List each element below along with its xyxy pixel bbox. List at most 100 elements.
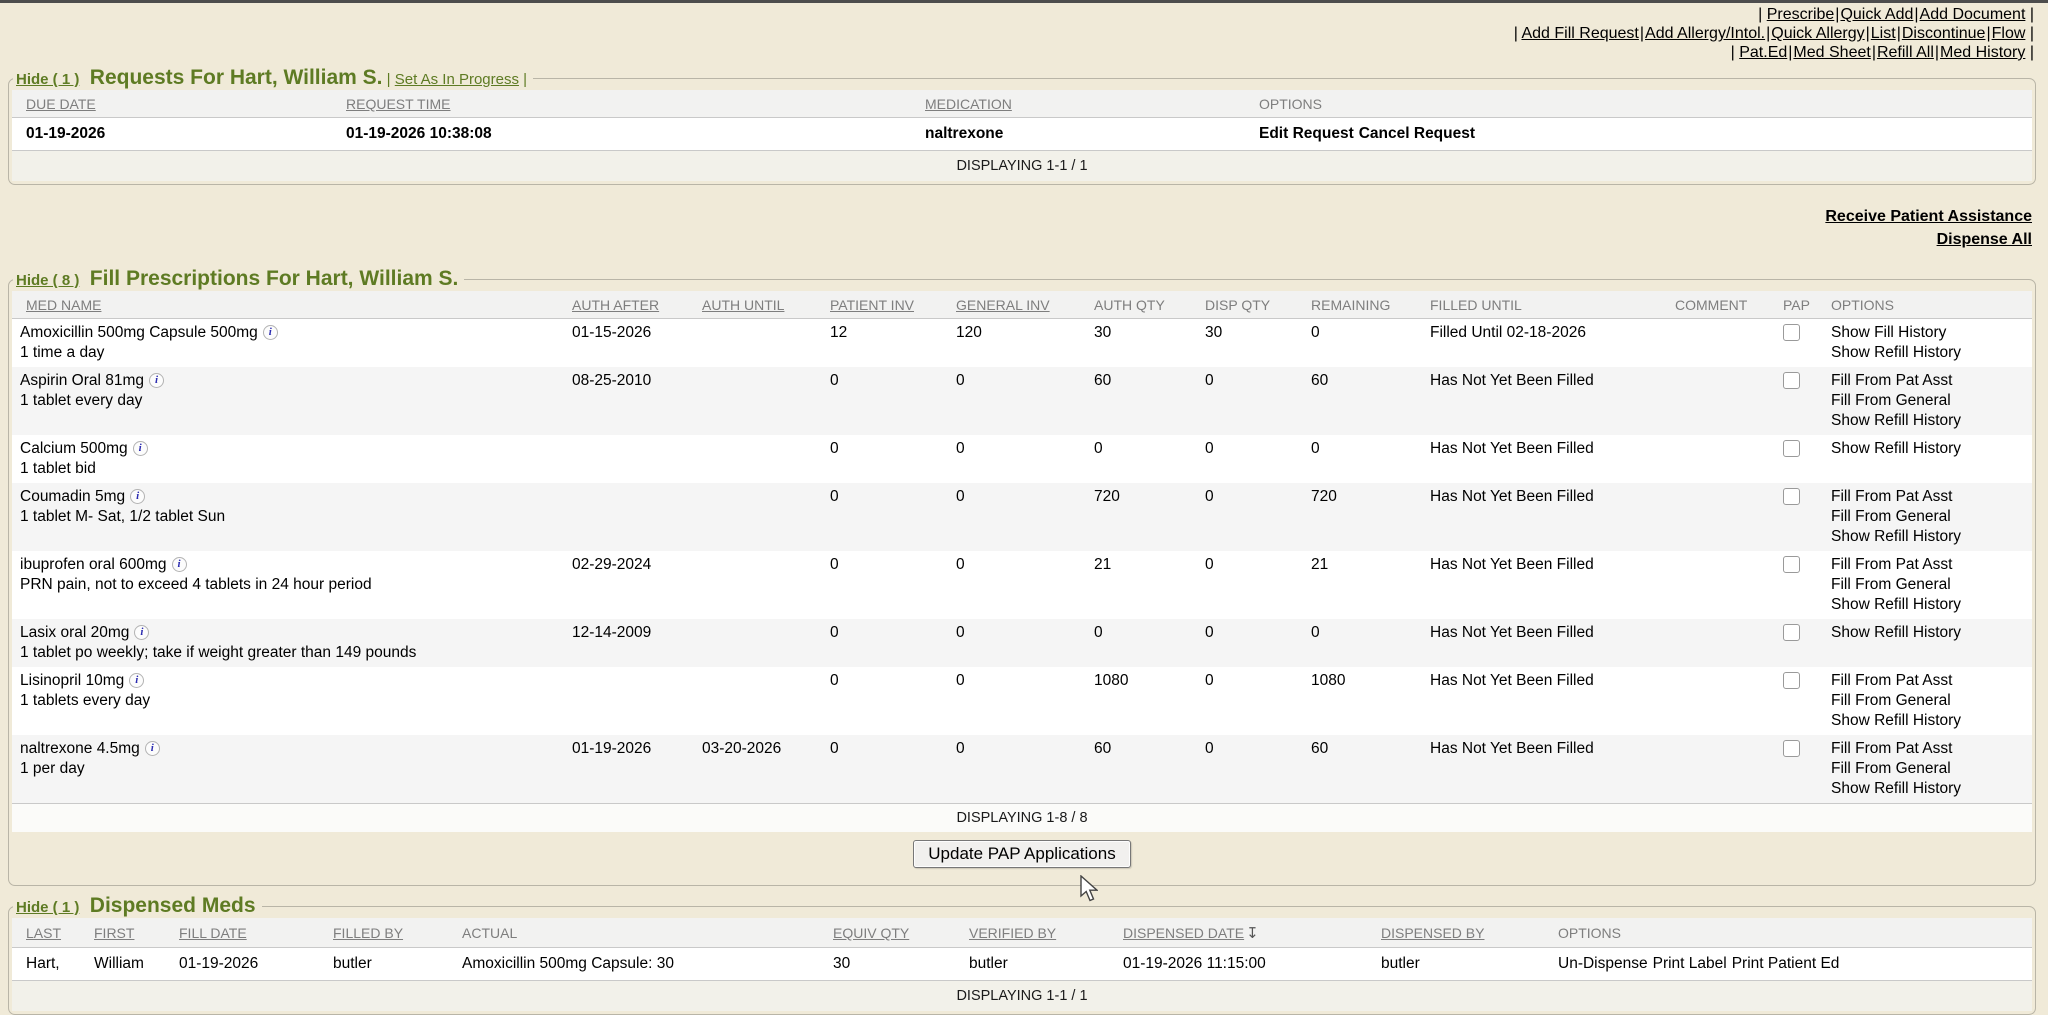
col-general-inv[interactable]: GENERAL INV xyxy=(956,297,1050,313)
info-icon[interactable]: i xyxy=(145,741,160,756)
info-icon[interactable]: i xyxy=(263,325,278,340)
pap-checkbox[interactable] xyxy=(1783,556,1800,573)
info-icon[interactable]: i xyxy=(149,373,164,388)
nav-link-med-history[interactable]: Med History xyxy=(1940,44,2025,61)
pap-checkbox[interactable] xyxy=(1783,440,1800,457)
print-label-link[interactable]: Print Label xyxy=(1653,955,1727,972)
nav-link-discontinue[interactable]: Discontinue xyxy=(1902,25,1992,42)
col-equiv-qty[interactable]: EQUIV QTY xyxy=(833,925,909,941)
fill-hide-link[interactable]: Hide ( 8 ) xyxy=(16,272,79,289)
option-link[interactable]: Show Refill History xyxy=(1831,623,2024,643)
option-link[interactable]: Show Refill History xyxy=(1831,711,2024,731)
nav-link-add-fill-request[interactable]: Add Fill Request xyxy=(1521,25,1645,42)
nav-link-pat-ed[interactable]: Pat.Ed xyxy=(1739,44,1793,61)
dispense-all-link[interactable]: Dispense All xyxy=(0,228,2032,251)
edit-request-link[interactable]: Edit Request xyxy=(1259,125,1354,142)
med-name[interactable]: Coumadin 5mg xyxy=(20,488,125,505)
col-dispensed-by[interactable]: DISPENSED BY xyxy=(1381,925,1484,941)
col-dispensed-date[interactable]: DISPENSED DATE xyxy=(1123,925,1244,941)
remaining: 21 xyxy=(1303,551,1422,619)
dispensed-meds-section: Hide ( 1 ) Dispensed Meds LAST FIRST FIL… xyxy=(8,894,2036,1015)
option-link[interactable]: Show Refill History xyxy=(1831,439,2024,459)
nav-link-add-allergy-intol[interactable]: Add Allergy/Intol. xyxy=(1645,25,1771,42)
med-name[interactable]: naltrexone 4.5mg xyxy=(20,740,140,757)
pap-checkbox[interactable] xyxy=(1783,372,1800,389)
option-link[interactable]: Show Fill History xyxy=(1831,323,2024,343)
auth-qty: 60 xyxy=(1086,367,1197,435)
option-link[interactable]: Show Refill History xyxy=(1831,595,2024,615)
option-link[interactable]: Fill From General xyxy=(1831,575,2024,595)
pap-checkbox[interactable] xyxy=(1783,672,1800,689)
option-link[interactable]: Fill From Pat Asst xyxy=(1831,739,2024,759)
pap-checkbox[interactable] xyxy=(1783,624,1800,641)
col-request-time[interactable]: REQUEST TIME xyxy=(346,96,451,112)
med-name[interactable]: Aspirin Oral 81mg xyxy=(20,372,144,389)
info-icon[interactable]: i xyxy=(172,557,187,572)
option-link[interactable]: Show Refill History xyxy=(1831,779,2024,799)
fill-displaying: DISPLAYING 1-8 / 8 xyxy=(12,804,2032,833)
filled-until: Has Not Yet Been Filled xyxy=(1422,483,1667,551)
nav-link-quick-allergy[interactable]: Quick Allergy xyxy=(1771,25,1871,42)
med-sig: PRN pain, not to exceed 4 tablets in 24 … xyxy=(20,575,556,595)
col-auth-until[interactable]: AUTH UNTIL xyxy=(702,297,784,313)
nav-link-med-sheet[interactable]: Med Sheet xyxy=(1793,44,1877,61)
option-link[interactable]: Show Refill History xyxy=(1831,343,2024,363)
col-med-name[interactable]: MED NAME xyxy=(26,297,101,313)
set-as-in-progress-link[interactable]: Set As In Progress xyxy=(395,71,519,88)
dispensed-hide-link[interactable]: Hide ( 1 ) xyxy=(16,899,79,916)
fill-row: Aspirin Oral 81mgi1 tablet every day 08-… xyxy=(12,367,2032,435)
option-link[interactable]: Fill From General xyxy=(1831,759,2024,779)
auth-after: 01-19-2026 xyxy=(564,735,694,804)
requests-hide-link[interactable]: Hide ( 1 ) xyxy=(16,71,79,88)
un-dispense-link[interactable]: Un-Dispense xyxy=(1558,955,1648,972)
info-icon[interactable]: i xyxy=(130,489,145,504)
col-patient-inv[interactable]: PATIENT INV xyxy=(830,297,914,313)
med-name[interactable]: Lisinopril 10mg xyxy=(20,672,124,689)
option-link[interactable]: Show Refill History xyxy=(1831,527,2024,547)
col-filled-by[interactable]: FILLED BY xyxy=(333,925,403,941)
col-verified-by[interactable]: VERIFIED BY xyxy=(969,925,1056,941)
col-due-date[interactable]: DUE DATE xyxy=(26,96,96,112)
pap-checkbox[interactable] xyxy=(1783,488,1800,505)
update-pap-applications-button[interactable]: Update PAP Applications xyxy=(913,840,1130,868)
col-auth-after[interactable]: AUTH AFTER xyxy=(572,297,659,313)
patient-inv: 0 xyxy=(822,367,948,435)
dispensed-header-row: LAST FIRST FILL DATE FILLED BY ACTUAL EQ… xyxy=(12,918,2032,948)
nav-link-prescribe[interactable]: Prescribe xyxy=(1767,6,1841,23)
option-link[interactable]: Fill From Pat Asst xyxy=(1831,371,2024,391)
option-link[interactable]: Show Refill History xyxy=(1831,411,2024,431)
col-first[interactable]: FIRST xyxy=(94,925,134,941)
pap-checkbox[interactable] xyxy=(1783,324,1800,341)
nav-link-flow[interactable]: Flow xyxy=(1992,25,2026,42)
auth-until xyxy=(694,619,822,667)
nav-link-add-document[interactable]: Add Document xyxy=(1920,6,2026,23)
med-name[interactable]: Amoxicillin 500mg Capsule 500mg xyxy=(20,324,258,341)
option-link[interactable]: Fill From General xyxy=(1831,507,2024,527)
pap-checkbox[interactable] xyxy=(1783,740,1800,757)
med-name[interactable]: ibuprofen oral 600mg xyxy=(20,556,167,573)
auth-until xyxy=(694,551,822,619)
patient-inv: 0 xyxy=(822,619,948,667)
nav-link-refill-all[interactable]: Refill All xyxy=(1877,44,1940,61)
print-patient-ed-link[interactable]: Print Patient Ed xyxy=(1732,955,1840,972)
dispensed-by: butler xyxy=(1373,948,1550,981)
option-link[interactable]: Fill From General xyxy=(1831,391,2024,411)
col-last[interactable]: LAST xyxy=(26,925,61,941)
nav-link-list[interactable]: List xyxy=(1871,25,1902,42)
info-icon[interactable]: i xyxy=(134,625,149,640)
option-link[interactable]: Fill From General xyxy=(1831,691,2024,711)
col-fill-options: OPTIONS xyxy=(1823,291,2032,319)
col-medication[interactable]: MEDICATION xyxy=(925,96,1012,112)
option-link[interactable]: Fill From Pat Asst xyxy=(1831,671,2024,691)
col-fill-date[interactable]: FILL DATE xyxy=(179,925,247,941)
option-link[interactable]: Fill From Pat Asst xyxy=(1831,555,2024,575)
med-name[interactable]: Lasix oral 20mg xyxy=(20,624,129,641)
option-link[interactable]: Fill From Pat Asst xyxy=(1831,487,2024,507)
info-icon[interactable]: i xyxy=(129,673,144,688)
fill-prescriptions-table: MED NAME AUTH AFTER AUTH UNTIL PATIENT I… xyxy=(12,291,2032,832)
nav-link-quick-add[interactable]: Quick Add xyxy=(1840,6,1919,23)
info-icon[interactable]: i xyxy=(133,441,148,456)
receive-patient-assistance-link[interactable]: Receive Patient Assistance xyxy=(0,205,2032,228)
cancel-request-link[interactable]: Cancel Request xyxy=(1359,125,1475,142)
med-name[interactable]: Calcium 500mg xyxy=(20,440,128,457)
